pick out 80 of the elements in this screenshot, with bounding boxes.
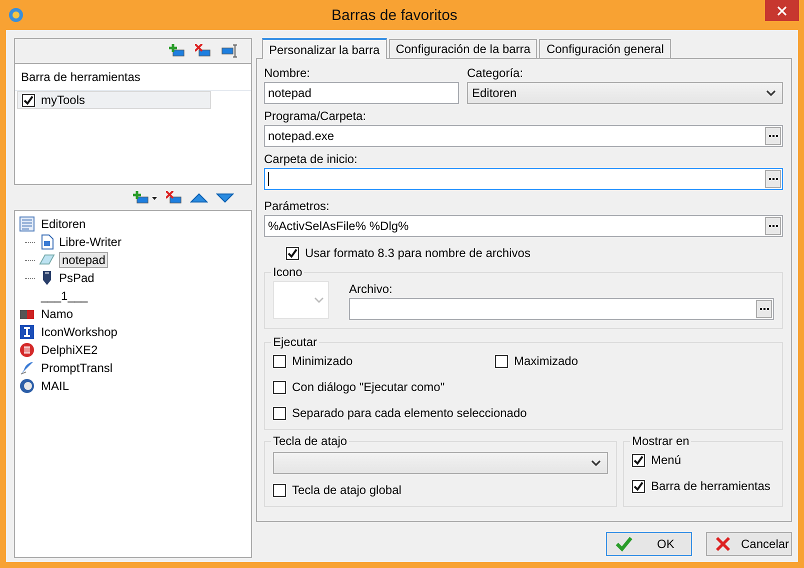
document-icon — [39, 234, 55, 250]
chevron-icon — [766, 90, 776, 96]
ellipsis-icon — [760, 308, 768, 310]
tree-item[interactable]: DelphiXE2 — [41, 343, 98, 357]
check-icon — [615, 536, 633, 552]
group-title: Tecla de atajo — [272, 434, 348, 448]
ellipsis-icon — [768, 224, 778, 228]
app-icon — [19, 342, 35, 358]
tree-item[interactable]: MAIL — [41, 379, 70, 393]
program-field[interactable]: notepad.exe — [264, 125, 783, 147]
field-label: Nombre: — [264, 65, 312, 82]
chevron-icon — [314, 296, 324, 304]
tree-item[interactable]: notepad — [59, 252, 108, 268]
close-button[interactable] — [765, 0, 799, 21]
browse-button[interactable] — [765, 217, 781, 235]
ellipsis-icon — [768, 178, 778, 180]
chevron-icon — [591, 460, 601, 466]
toolbar-list-item[interactable]: myTools — [17, 91, 211, 109]
parameters-field[interactable]: %ActivSelAsFile% %Dlg% — [264, 215, 783, 237]
checkbox[interactable] — [495, 354, 508, 368]
checkbox-label: Minimizado — [292, 354, 353, 368]
tab[interactable]: Personalizar la barra — [262, 38, 387, 59]
feather-icon — [19, 360, 35, 376]
tree-item[interactable]: Libre-Writer — [59, 235, 122, 249]
tree-item[interactable]: Namo — [41, 307, 74, 321]
field-label: Archivo: — [349, 281, 394, 298]
caret-icon[interactable] — [151, 194, 158, 200]
browse-button[interactable] — [765, 170, 781, 188]
tree-item[interactable]: IconWorkshop — [41, 325, 118, 339]
checkbox[interactable] — [273, 406, 286, 420]
cross-icon — [715, 536, 731, 552]
browse-button[interactable] — [765, 127, 781, 145]
ellipsis-icon — [768, 134, 778, 138]
checkbox-label: Separado para cada elemento seleccionado — [292, 406, 527, 420]
checkbox[interactable] — [632, 454, 645, 466]
checkbox-label: Con diálogo "Ejecutar como" — [292, 380, 445, 394]
tree-item[interactable]: Editoren — [41, 217, 86, 231]
globe-icon — [19, 378, 35, 394]
tree-item[interactable]: ___1___ — [41, 289, 88, 303]
add-icon[interactable] — [169, 44, 185, 58]
field-label: Categoría: — [467, 65, 524, 82]
name-field[interactable]: notepad — [264, 82, 459, 104]
checkbox-label: Barra de herramientas — [651, 479, 770, 493]
group-title: Ejecutar — [272, 335, 318, 349]
app-icon — [8, 7, 24, 23]
delete-icon[interactable] — [166, 190, 182, 204]
move-down-icon[interactable] — [216, 192, 234, 202]
checkbox-label: Tecla de atajo global — [292, 483, 402, 497]
checkbox-label: Maximizado — [514, 354, 578, 368]
ok-button[interactable]: OK — [606, 532, 692, 556]
icon-file-field[interactable] — [349, 298, 774, 320]
group-title: Mostrar en — [631, 434, 690, 448]
close-icon — [777, 6, 787, 16]
checkbox-label: Usar formato 8.3 para nombre de archivos — [305, 246, 530, 260]
checkbox[interactable] — [273, 484, 286, 496]
tree-item[interactable]: PsPad — [59, 271, 94, 285]
cancel-button[interactable]: Cancelar — [706, 532, 792, 556]
start-folder-field[interactable] — [264, 168, 783, 190]
window-title: Barras de favoritos — [330, 6, 458, 24]
add-icon[interactable] — [133, 190, 149, 204]
list-icon — [19, 216, 35, 232]
rename-icon[interactable] — [221, 44, 239, 58]
checkbox[interactable] — [273, 380, 286, 394]
delete-icon[interactable] — [195, 44, 211, 58]
group-title: Icono — [272, 265, 304, 279]
checkbox[interactable] — [286, 246, 299, 260]
app-icon — [19, 324, 35, 340]
tree-item[interactable]: PromptTransl — [41, 361, 113, 375]
checkbox-label: Menú — [651, 453, 682, 467]
checkbox[interactable] — [632, 480, 645, 492]
browse-button[interactable] — [756, 300, 772, 318]
category-dropdown[interactable]: Editoren — [467, 82, 783, 104]
tab[interactable]: Configuración general — [539, 39, 671, 58]
tab[interactable]: Configuración de la barra — [388, 39, 538, 58]
move-up-icon[interactable] — [190, 192, 208, 202]
field-label: Programa/Carpeta: — [264, 108, 368, 125]
checkbox[interactable] — [22, 94, 35, 106]
field-label: Parámetros: — [264, 198, 330, 215]
field-label: Carpeta de inicio: — [264, 151, 358, 168]
checkbox[interactable] — [273, 354, 286, 368]
